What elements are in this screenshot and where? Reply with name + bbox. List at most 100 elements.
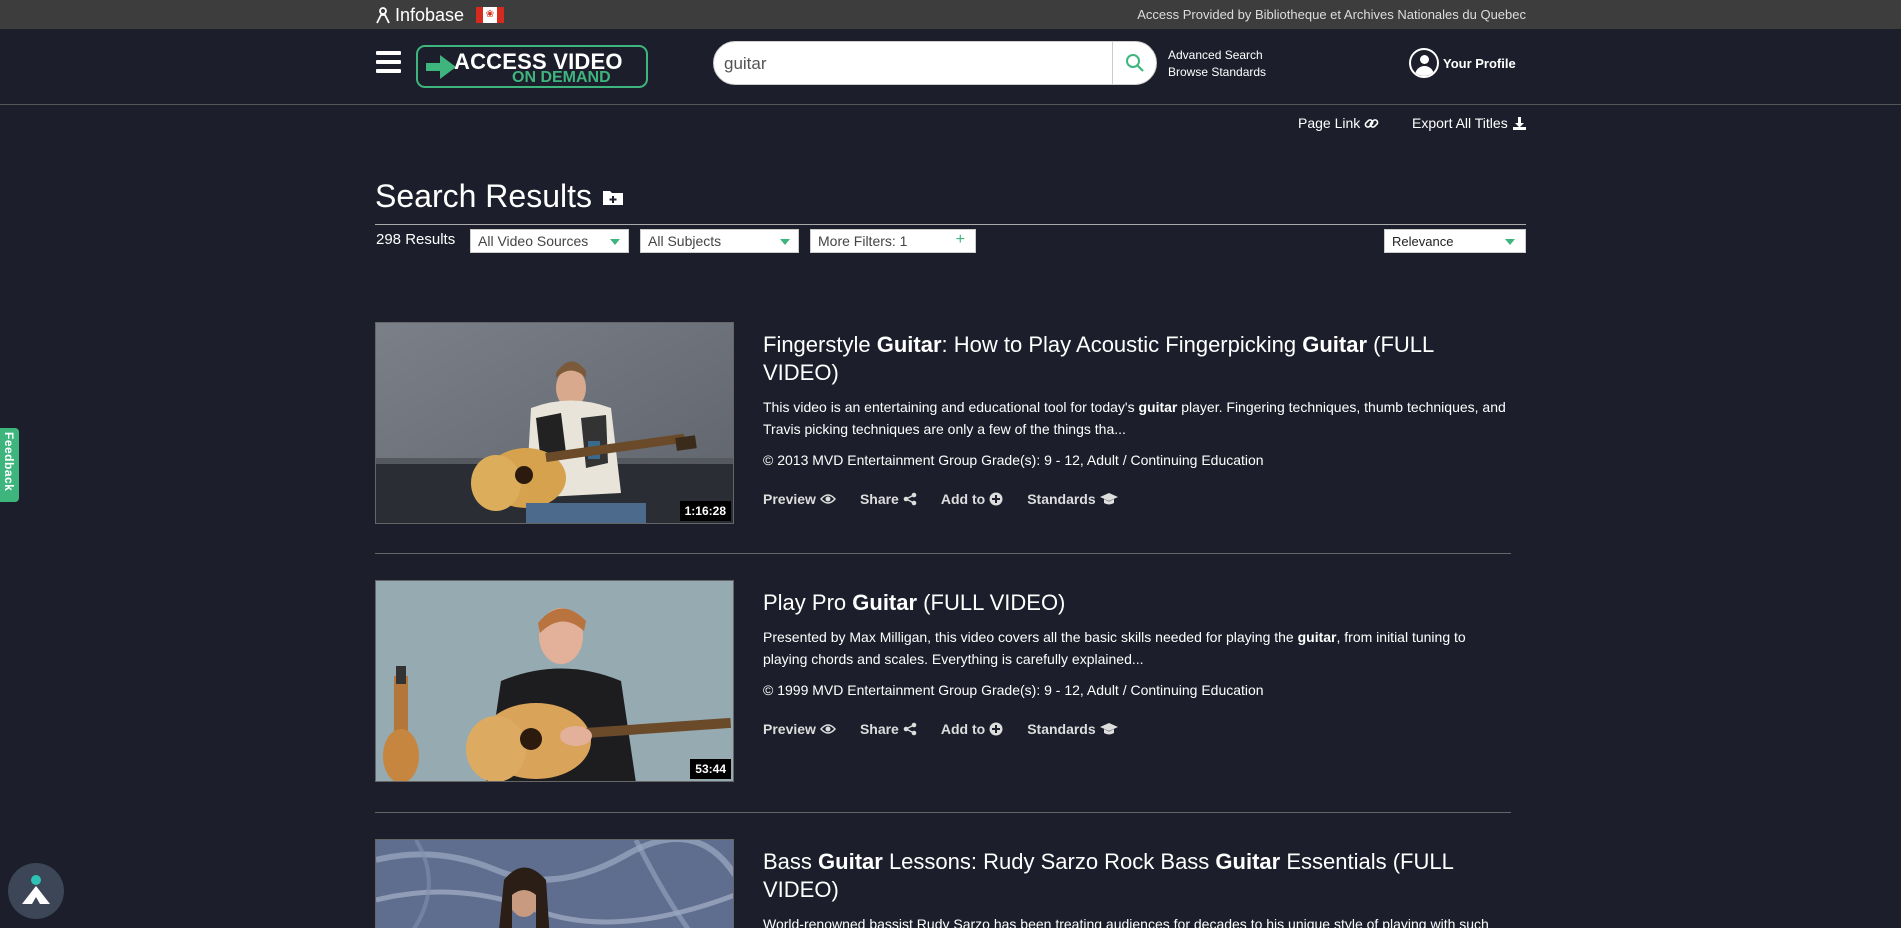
subjects-value: All Subjects: [648, 233, 722, 249]
add-to-button[interactable]: Add to: [941, 491, 1003, 507]
infobase-person-icon: [376, 7, 390, 24]
feedback-label: Feedback: [2, 432, 16, 492]
result-title[interactable]: Fingerstyle Guitar: How to Play Acoustic…: [763, 331, 1503, 387]
result-meta: © 2013 MVD Entertainment Group Grade(s):…: [763, 452, 1264, 468]
more-filters-label: More Filters: 1: [818, 233, 908, 249]
chevron-down-icon: [610, 239, 620, 245]
top-bar: Infobase ❀ Access Provided by Bibliotheq…: [0, 0, 1901, 29]
share-icon: [903, 492, 917, 506]
desc-part: Presented by Max Milligan, this video co…: [763, 629, 1298, 645]
bassist-thumbnail-image: [376, 840, 733, 928]
search-links: Advanced Search Browse Standards: [1168, 47, 1266, 81]
result-title[interactable]: Bass Guitar Lessons: Rudy Sarzo Rock Bas…: [763, 848, 1503, 904]
brand-name: Infobase: [395, 5, 465, 25]
access-provided-text: Access Provided by Bibliotheque et Archi…: [1137, 7, 1526, 22]
preview-label: Preview: [763, 491, 816, 507]
result-divider: [375, 812, 1511, 813]
search-input[interactable]: [724, 52, 1104, 76]
result-description: Presented by Max Milligan, this video co…: [763, 626, 1513, 670]
result-divider: [375, 553, 1511, 554]
title-highlight: Guitar: [1215, 849, 1281, 874]
search-button[interactable]: [1112, 42, 1156, 84]
standards-button[interactable]: Standards: [1027, 491, 1118, 507]
desc-part: World-renowned bassist Rudy Sarzo has be…: [763, 916, 1489, 928]
title-part: Bass: [763, 849, 819, 874]
export-label: Export All Titles: [1412, 115, 1508, 131]
title-part: Play Pro: [763, 590, 853, 615]
video-thumbnail[interactable]: [375, 839, 734, 928]
add-to-button[interactable]: Add to: [941, 721, 1003, 737]
add-to-label: Add to: [940, 491, 986, 507]
result-item: 53:44 Play Pro Guitar (FULL VIDEO) Prese…: [375, 580, 1513, 813]
infobase-logo[interactable]: Infobase: [376, 5, 464, 26]
sort-select[interactable]: Relevance: [1384, 229, 1526, 253]
desc-highlight: guitar: [1138, 399, 1178, 415]
title-highlight: Guitar: [1302, 332, 1368, 357]
standards-button[interactable]: Standards: [1027, 721, 1118, 737]
subjects-select[interactable]: All Subjects: [640, 229, 799, 253]
search-box: [713, 41, 1157, 85]
desc-part: This video is an entertaining and educat…: [763, 399, 1139, 415]
video-sources-select[interactable]: All Video Sources: [470, 229, 629, 253]
export-all-button[interactable]: Export All Titles: [1412, 115, 1527, 131]
video-thumbnail[interactable]: 1:16:28: [375, 322, 734, 524]
standards-label: Standards: [1027, 721, 1096, 737]
graduation-cap-icon: [1099, 723, 1118, 735]
divider: [375, 224, 1526, 225]
preview-button[interactable]: Preview: [763, 721, 836, 737]
profile-label: Your Profile: [1443, 55, 1516, 71]
result-count: 298 Results: [376, 231, 456, 248]
browse-standards-link[interactable]: Browse Standards: [1168, 64, 1266, 81]
share-label: Share: [859, 721, 899, 737]
title-part: Fingerstyle: [763, 332, 877, 357]
page-title-text: Search Results: [375, 178, 592, 214]
avatar-icon: [1409, 48, 1439, 78]
accessibility-button[interactable]: [8, 863, 64, 919]
menu-icon[interactable]: [376, 51, 401, 75]
page-link-label: Page Link: [1298, 115, 1361, 131]
plus-icon: +: [955, 231, 965, 248]
title-part: Lessons: Rudy Sarzo Rock Bass: [882, 849, 1216, 874]
accessibility-icon: [22, 875, 50, 904]
result-description: World-renowned bassist Rudy Sarzo has be…: [763, 913, 1513, 928]
eye-icon: [819, 494, 836, 504]
eye-icon: [819, 724, 836, 734]
title-highlight: Guitar: [876, 332, 942, 357]
chevron-down-icon: [1505, 239, 1515, 245]
result-actions: Preview Share Add to Standards: [763, 491, 1118, 507]
search-icon: [1125, 54, 1144, 72]
plus-circle-icon: [989, 492, 1003, 506]
result-title[interactable]: Play Pro Guitar (FULL VIDEO): [763, 589, 1503, 617]
site-header: ACCESS VIDEO ON DEMAND Advanced Search B…: [0, 29, 1901, 105]
download-icon: [1512, 116, 1526, 130]
graduation-cap-icon: [1099, 493, 1118, 505]
share-icon: [903, 722, 917, 736]
access-video-logo[interactable]: ACCESS VIDEO ON DEMAND: [416, 45, 648, 88]
more-filters-button[interactable]: More Filters: 1 +: [810, 229, 976, 253]
result-meta: © 1999 MVD Entertainment Group Grade(s):…: [763, 682, 1264, 698]
video-duration: 1:16:28: [679, 501, 731, 521]
video-thumbnail[interactable]: 53:44: [375, 580, 734, 782]
guitarist-thumbnail-image: [376, 581, 733, 781]
share-button[interactable]: Share: [860, 491, 917, 507]
page-link-button[interactable]: Page Link: [1298, 115, 1379, 131]
plus-circle-icon: [989, 722, 1003, 736]
logo-subtitle: ON DEMAND: [512, 69, 611, 86]
profile-button[interactable]: Your Profile: [1409, 48, 1516, 78]
canada-flag-icon: ❀: [476, 7, 504, 23]
title-part: : How to Play Acoustic Fingerpicking: [941, 332, 1303, 357]
share-button[interactable]: Share: [860, 721, 917, 737]
share-label: Share: [859, 491, 899, 507]
link-icon: [1364, 118, 1379, 128]
video-sources-value: All Video Sources: [478, 233, 589, 249]
sort-value: Relevance: [1392, 234, 1454, 249]
preview-button[interactable]: Preview: [763, 491, 836, 507]
title-part: (FULL VIDEO): [917, 590, 1066, 615]
feedback-tab[interactable]: Feedback: [0, 428, 19, 502]
page-title: Search Results: [375, 178, 624, 215]
preview-label: Preview: [763, 721, 816, 737]
advanced-search-link[interactable]: Advanced Search: [1168, 47, 1266, 64]
result-description: This video is an entertaining and educat…: [763, 396, 1513, 440]
video-duration: 53:44: [690, 759, 731, 779]
add-folder-icon[interactable]: [602, 188, 624, 206]
